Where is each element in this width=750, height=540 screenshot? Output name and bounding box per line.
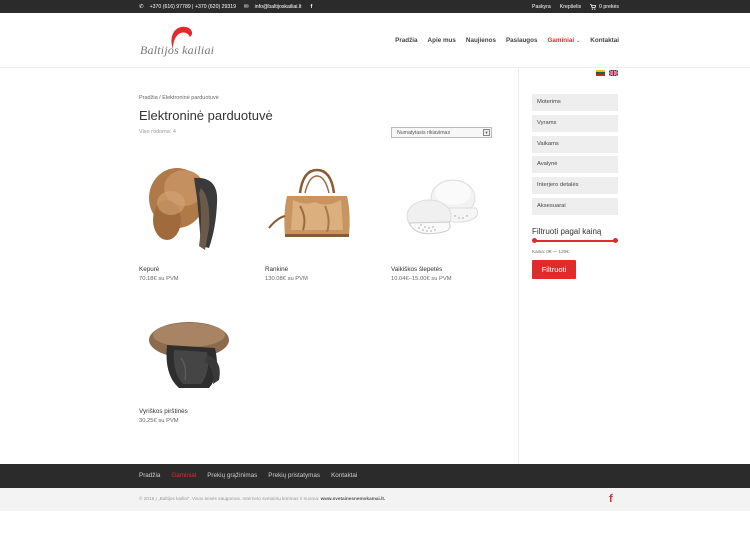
price-range-label: Kaina: 0€ — 120€ xyxy=(532,249,569,254)
phone-numbers[interactable]: +370 (616) 97789 | +370 (620) 29319 xyxy=(150,4,236,10)
category-kids[interactable]: Vaikams xyxy=(532,135,618,153)
nav-item-products[interactable]: Gaminiai ⌄ xyxy=(547,37,580,44)
main-nav: Pradžia Apie mus Naujienos Paslaugos Gam… xyxy=(395,37,619,44)
nav-item-news[interactable]: Naujienos xyxy=(466,37,496,44)
product-price: 30.25€ su PVM xyxy=(139,418,179,424)
nav-item-about[interactable]: Apie mus xyxy=(428,37,456,44)
price-filter-title: Filtruoti pagal kainą xyxy=(532,227,602,236)
nav-item-contacts[interactable]: Kontaktai xyxy=(590,37,619,44)
footer-link-products[interactable]: Gaminiai xyxy=(171,472,196,479)
sidebar-divider xyxy=(518,68,519,464)
facebook-icon[interactable]: f xyxy=(609,493,613,505)
logo-text: Baltijos kailiai xyxy=(140,43,215,57)
slider-handle-min[interactable] xyxy=(532,238,537,243)
facebook-icon[interactable]: f xyxy=(310,4,312,10)
category-footwear[interactable]: Avalynė xyxy=(532,156,618,174)
footer-link-contacts[interactable]: Kontaktai xyxy=(331,472,357,479)
english-flag-icon[interactable] xyxy=(609,70,618,76)
footer-link-delivery[interactable]: Prekių pristatymas xyxy=(268,472,320,479)
product-price: 10.04€–15.00€ su PVM xyxy=(391,276,452,282)
developer-link[interactable]: www.svetainesnemokamai.lt. xyxy=(321,496,386,501)
mens-mittens-image xyxy=(149,322,229,388)
category-interior[interactable]: Interjero detalės xyxy=(532,177,618,195)
footer-link-returns[interactable]: Prekių grąžinimas xyxy=(207,472,257,479)
footer-bottom: © 2016 Į „Baltijos kailiai“. Visos teisė… xyxy=(0,488,750,511)
product-price: 70.18€ su PVM xyxy=(139,276,179,282)
email-icon: ✉ xyxy=(244,3,249,10)
category-accessories[interactable]: Aksesuarai xyxy=(532,197,618,215)
product-name[interactable]: Vyriškos pirštinės xyxy=(139,408,188,415)
filter-button[interactable]: Filtruoti xyxy=(532,260,576,279)
result-count: Viso rodoma: 4 xyxy=(139,129,176,135)
product-name[interactable]: Rankinė xyxy=(265,266,288,273)
cart-icon xyxy=(590,3,597,10)
chevron-down-icon: ⌄ xyxy=(576,38,581,44)
top-bar: ✆ +370 (616) 97789 | +370 (620) 29319 ✉ … xyxy=(0,0,750,13)
footer-nav: Pradžia Gaminiai Prekių grąžinimas Preki… xyxy=(0,464,750,488)
lithuanian-flag-icon[interactable] xyxy=(596,70,605,76)
slider-handle-max[interactable] xyxy=(613,238,618,243)
nav-item-services[interactable]: Paslaugos xyxy=(506,37,538,44)
category-list: Moterims Vyrams Vaikams Avalynė Interjer… xyxy=(532,94,618,219)
site-logo[interactable]: Baltijos kailiai xyxy=(140,21,222,61)
cart-link[interactable]: Krepšelis xyxy=(560,4,581,10)
breadcrumb[interactable]: Pradžia / Elektroninė parduotuvė xyxy=(139,95,219,101)
category-men[interactable]: Vyrams xyxy=(532,114,618,132)
product-name[interactable]: Vaikiškos šlepetės xyxy=(391,266,442,273)
product-price: 130.08€ su PVM xyxy=(265,276,308,282)
sort-select[interactable]: Numatytasis rikiavimas ▼ xyxy=(391,127,492,138)
page-title: Elektroninė parduotuvė xyxy=(139,108,273,123)
nav-item-home[interactable]: Pradžia xyxy=(395,37,417,44)
price-slider[interactable] xyxy=(532,238,618,243)
site-header: Baltijos kailiai Pradžia Apie mus Naujie… xyxy=(0,13,750,68)
fur-hat-image xyxy=(149,168,218,250)
cart-count[interactable]: 0 prekės xyxy=(590,4,619,10)
language-switcher xyxy=(596,70,618,76)
product-name[interactable]: Kepurė xyxy=(139,266,159,273)
account-link[interactable]: Paskyra xyxy=(532,4,551,10)
copyright-text: © 2016 Į „Baltijos kailiai“. Visos teisė… xyxy=(139,496,386,501)
fur-bag-image xyxy=(268,168,350,237)
kids-slippers-image xyxy=(406,179,479,235)
email-link[interactable]: info@baltijoskailiai.lt xyxy=(255,4,302,10)
category-women[interactable]: Moterims xyxy=(532,94,618,111)
phone-icon: ✆ xyxy=(139,3,144,10)
dropdown-arrow-icon: ▼ xyxy=(483,129,490,136)
footer-link-home[interactable]: Pradžia xyxy=(139,472,160,479)
